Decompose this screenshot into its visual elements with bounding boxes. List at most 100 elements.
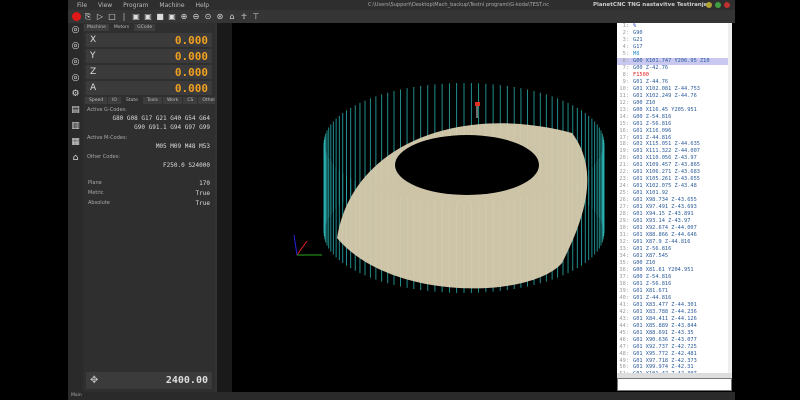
gcode-line[interactable]: 43: G01 X84.411 Z-44.126 xyxy=(617,316,732,323)
walk-button[interactable]: ☥ xyxy=(239,12,249,22)
gcode-line[interactable]: 50: G01 X99.974 Z-42.31 xyxy=(617,364,732,371)
gcode-listing[interactable]: 1:% 2: G90 3: G21 4: G17 5: M8 6: G00 X101.747 Y20… xyxy=(617,23,732,378)
jog-button[interactable]: ◎ xyxy=(68,23,83,38)
gcode-line[interactable]: 46: G01 X90.636 Z-43.077 xyxy=(617,337,732,344)
center-button[interactable]: ◎ xyxy=(68,71,83,86)
gcode-line[interactable]: 25: G01 X101.92 xyxy=(617,190,732,197)
gcode-line[interactable]: 36: G00 X81.61 Y204.951 xyxy=(617,267,732,274)
gcode-line[interactable]: 47: G01 X92.737 Z-42.725 xyxy=(617,344,732,351)
gcode-line[interactable]: 7: G00 Z-42.76 xyxy=(617,65,732,72)
zoom-fit-button[interactable]: ⊙ xyxy=(203,12,213,22)
view-front-button[interactable]: ▣ xyxy=(131,12,141,22)
subtab-cs[interactable]: CS xyxy=(183,97,198,104)
gcode-line[interactable]: 8: F1500 xyxy=(617,72,732,79)
gcode-line[interactable]: 10: G01 X102.081 Z-44.753 xyxy=(617,86,732,93)
axis-a-display[interactable]: A 0.000 xyxy=(86,81,212,95)
home-button[interactable]: ⌂ xyxy=(227,12,237,22)
feed-display[interactable]: ✥ 2400.00 xyxy=(86,372,212,389)
tool-length-button[interactable]: ▥ xyxy=(68,119,83,134)
menu-program[interactable]: Program xyxy=(123,2,148,9)
gcode-line[interactable]: 2: G90 xyxy=(617,30,732,37)
gcode-line[interactable]: 11: G01 X102.249 Z-44.76 xyxy=(617,93,732,100)
tool-change-button[interactable]: ▤ xyxy=(68,103,83,118)
machine-button[interactable]: ▦ xyxy=(68,135,83,150)
pause-button[interactable]: ‖ xyxy=(119,12,129,22)
gcode-line[interactable]: 21: G01 X109.457 Z-43.865 xyxy=(617,162,732,169)
gcode-line[interactable]: 9: G01 Z-44.76 xyxy=(617,79,732,86)
gcode-line[interactable]: 41: G01 X83.477 Z-44.301 xyxy=(617,302,732,309)
gcode-line[interactable]: 32: G01 X87.9 Z-44.816 xyxy=(617,239,732,246)
menu-view[interactable]: View xyxy=(98,2,112,9)
tool-button[interactable]: ⊤ xyxy=(251,12,261,22)
probe-button[interactable]: ◎ xyxy=(68,39,83,54)
gcode-line[interactable]: 22: G01 X106.271 Z-43.683 xyxy=(617,169,732,176)
gcode-line[interactable]: 6: G00 X101.747 Y206.95 Z10 xyxy=(617,57,732,65)
gcode-line[interactable]: 24: G01 X102.075 Z-43.48 xyxy=(617,183,732,190)
gcode-line[interactable]: 49: G01 X97.718 Z-42.373 xyxy=(617,358,732,365)
gcode-line[interactable]: 15: G01 Z-56.816 xyxy=(617,121,732,128)
subtab-state[interactable]: State xyxy=(121,97,142,104)
view-side-button[interactable]: ▣ xyxy=(143,12,153,22)
subtab-work[interactable]: Work xyxy=(163,97,183,104)
zoom-extents-button[interactable]: ⊛ xyxy=(215,12,225,22)
gcode-line[interactable]: 26: G01 X98.734 Z-43.655 xyxy=(617,197,732,204)
measure-button[interactable]: ◎ xyxy=(68,55,83,70)
gcode-line[interactable]: 14: G00 Z-54.816 xyxy=(617,114,732,121)
close-button[interactable] xyxy=(724,2,730,8)
gcode-line[interactable]: 27: G01 X97.491 Z-43.693 xyxy=(617,204,732,211)
gcode-line[interactable]: 30: G01 X92.674 Z-44.007 xyxy=(617,225,732,232)
gcode-line[interactable]: 5: M8 xyxy=(617,51,732,58)
gcode-line[interactable]: 35: G00 Z10 xyxy=(617,260,732,267)
menu-help[interactable]: Help xyxy=(195,2,209,9)
gcode-line[interactable]: 3: G21 xyxy=(617,37,732,44)
gcode-line[interactable]: 18: G01 X115.051 Z-44.635 xyxy=(617,141,732,148)
tab-gcode[interactable]: GCode xyxy=(134,24,156,31)
gcode-line[interactable]: 44: G01 X85.889 Z-43.844 xyxy=(617,323,732,330)
gcode-line[interactable]: 23: G01 X105.261 Z-43.655 xyxy=(617,176,732,183)
zoom-out-button[interactable]: ⊖ xyxy=(191,12,201,22)
spindle-button[interactable]: ⚙ xyxy=(68,87,83,102)
axis-z-display[interactable]: Z 0.000 xyxy=(86,65,212,79)
view-top-button[interactable]: ■ xyxy=(155,12,165,22)
gcode-line[interactable]: 48: G01 X95.772 Z-42.481 xyxy=(617,351,732,358)
gcode-line[interactable]: 33: G01 Z-56.816 xyxy=(617,246,732,253)
axis-x-display[interactable]: X 0.000 xyxy=(86,33,212,47)
home-side-button[interactable]: ⌂ xyxy=(68,151,83,166)
menu-machine[interactable]: Machine xyxy=(159,2,184,9)
maximize-button[interactable] xyxy=(715,2,721,8)
gcode-line[interactable]: 17: G01 Z-44.816 xyxy=(617,135,732,142)
gcode-line[interactable]: 31: G01 X88.866 Z-44.646 xyxy=(617,232,732,239)
gcode-line[interactable]: 45: G01 X88.691 Z-43.35 xyxy=(617,330,732,337)
gcode-line[interactable]: 28: G01 X94.15 Z-43.891 xyxy=(617,211,732,218)
view-iso-button[interactable]: ▣ xyxy=(167,12,177,22)
gcode-line[interactable]: 4: G17 xyxy=(617,44,732,51)
subtab-tools[interactable]: Tools xyxy=(142,97,162,104)
gcode-line[interactable]: 38: G01 Z-56.816 xyxy=(617,281,732,288)
open-file-button[interactable]: ⎘ xyxy=(83,12,93,22)
gcode-line[interactable]: 39: G01 X81.671 xyxy=(617,288,732,295)
gcode-line[interactable]: 42: G01 X83.788 Z-44.236 xyxy=(617,309,732,316)
gcode-line[interactable]: 40: G01 Z-44.816 xyxy=(617,295,732,302)
gcode-line[interactable]: 1:% xyxy=(617,23,732,30)
3d-viewport[interactable] xyxy=(232,23,615,392)
gcode-line[interactable]: 20: G01 X110.056 Z-43.97 xyxy=(617,155,732,162)
axis-y-display[interactable]: Y 0.000 xyxy=(86,49,212,63)
menu-file[interactable]: File xyxy=(77,2,87,9)
gcode-line[interactable]: 19: G01 X111.322 Z-44.007 xyxy=(617,148,732,155)
gcode-scrollbar[interactable] xyxy=(728,23,732,378)
subtab-speed[interactable]: Speed xyxy=(85,97,108,104)
gcode-line[interactable]: 34: G01 X87.545 xyxy=(617,253,732,260)
zoom-in-button[interactable]: ⊕ xyxy=(179,12,189,22)
start-button[interactable]: ▷ xyxy=(95,12,105,22)
gcode-line[interactable]: 13: G00 X116.45 Y205.951 xyxy=(617,107,732,114)
stop-button[interactable]: □ xyxy=(107,12,117,22)
panel-splitter[interactable] xyxy=(215,23,232,392)
tab-motors[interactable]: Motors xyxy=(110,24,133,31)
estop-button[interactable] xyxy=(71,12,81,22)
gcode-line[interactable]: 37: G00 Z-54.816 xyxy=(617,274,732,281)
command-input[interactable] xyxy=(617,378,732,391)
gcode-line[interactable]: 16: G01 X116.096 xyxy=(617,128,732,135)
gcode-line[interactable]: 12: G00 Z10 xyxy=(617,100,732,107)
minimize-button[interactable] xyxy=(706,2,712,8)
tab-machine[interactable]: Machine xyxy=(84,24,109,31)
